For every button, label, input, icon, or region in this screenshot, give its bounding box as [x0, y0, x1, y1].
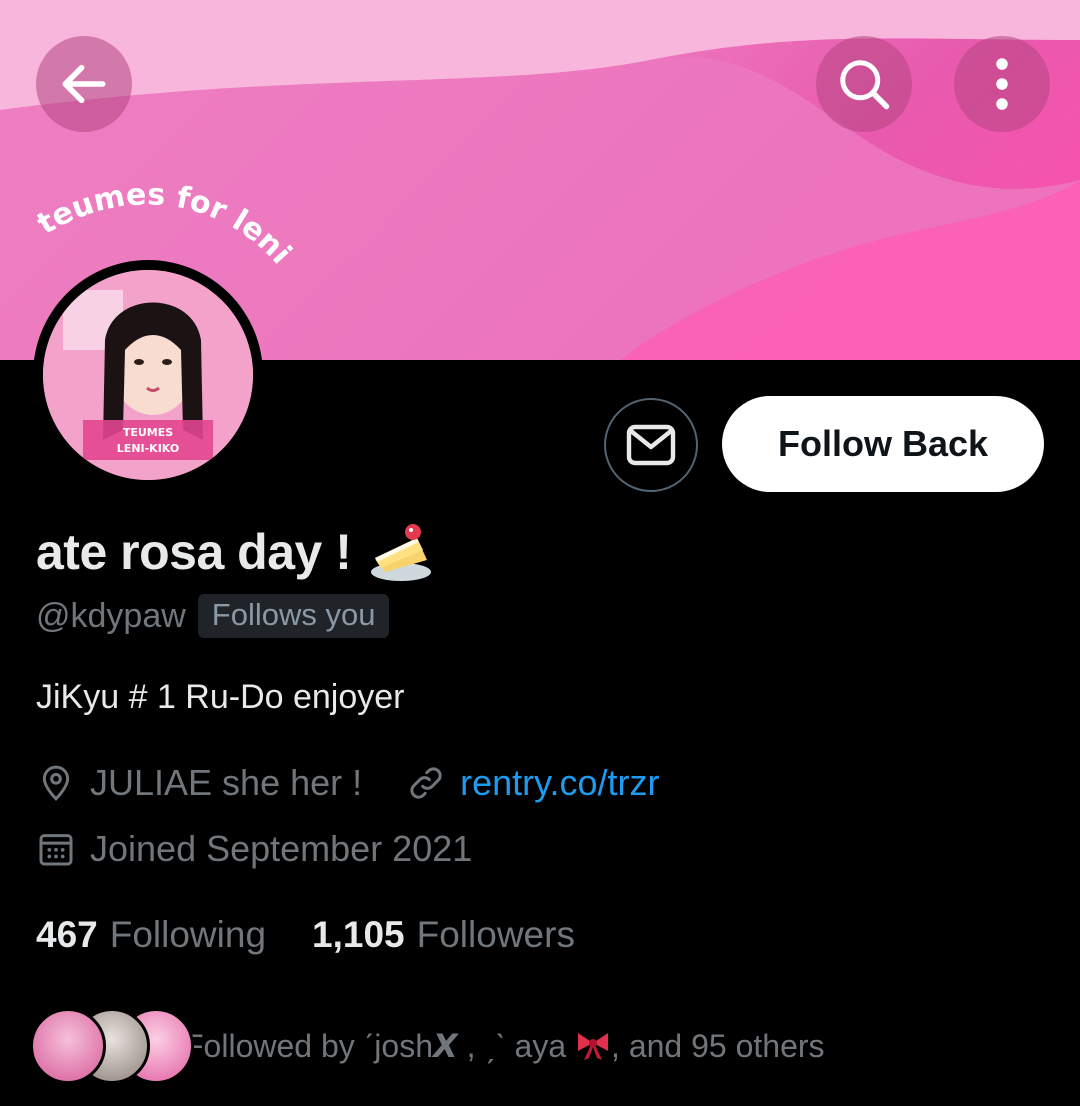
followed-by-middle: , ˏˋ aya [457, 1028, 576, 1064]
ribbon-bow-icon [578, 1033, 609, 1060]
followed-by-text: Followed by ˊjosh𝙓 , ˏˋ aya , and 95 oth… [184, 1027, 825, 1065]
follow-stats: 467 Following 1,105 Followers [36, 914, 575, 956]
avatar-artwork: TEUMES LENI-KIKO [43, 270, 253, 480]
cake-icon [371, 524, 432, 581]
display-name: ate rosa day ! [36, 524, 352, 580]
followed-by-prefix: Followed by ˊjosh [184, 1028, 433, 1064]
follow-back-button[interactable]: Follow Back [722, 396, 1044, 492]
mutual-avatar [30, 1008, 106, 1084]
followed-by-x-mark: 𝙓 [433, 1028, 458, 1064]
following-count: 467 [36, 914, 98, 955]
location-pin-icon [42, 765, 70, 801]
arrow-left-icon [62, 64, 106, 104]
search-button[interactable] [816, 36, 912, 132]
handle-row: @kdypaw Follows you [36, 594, 390, 638]
joined-row: Joined September 2021 [36, 828, 472, 870]
mail-icon [626, 424, 676, 466]
message-button[interactable] [604, 398, 698, 492]
more-options-button[interactable] [954, 36, 1050, 132]
avatar-caption-1: TEUMES [123, 426, 173, 439]
name-row: ate rosa day ! [36, 520, 433, 584]
svg-text:teumes for leni: teumes for leni [31, 180, 298, 271]
joined-text: Joined September 2021 [90, 828, 473, 869]
banner-arc-label: teumes for leni [31, 180, 298, 271]
follows-you-badge: Follows you [197, 594, 390, 638]
profile-link[interactable]: rentry.co/trzr [460, 762, 659, 804]
link-icon [410, 767, 442, 799]
location-text: JULIAE she her ! [90, 762, 363, 803]
avatar-image: TEUMES LENI-KIKO [43, 270, 253, 480]
avatar-caption-2: LENI-KIKO [117, 442, 179, 455]
followers-label: Followers [416, 914, 575, 955]
followed-by-row[interactable]: Followed by ˊjosh𝙓 , ˏˋ aya , and 95 oth… [30, 1008, 825, 1084]
followed-by-suffix: , and 95 others [611, 1028, 825, 1064]
user-handle: @kdypaw [36, 596, 186, 635]
following-label: Following [109, 914, 267, 955]
mutual-avatars [30, 1008, 194, 1084]
avatar[interactable]: TEUMES LENI-KIKO [33, 260, 263, 490]
followers-count: 1,105 [312, 914, 405, 955]
search-icon [840, 60, 890, 110]
following-stat[interactable]: 467 Following [36, 914, 266, 956]
more-vertical-icon [996, 58, 1008, 110]
followers-stat[interactable]: 1,105 Followers [312, 914, 575, 956]
bio-text: JiKyu # 1 Ru-Do enjoyer [36, 678, 405, 716]
calendar-icon [39, 834, 73, 866]
profile-meta-row: JULIAE she her ! rentry.co/trzr [36, 762, 660, 804]
profile-page: teumes for leni TEUMES LENI-KIKO Follow … [0, 0, 1080, 1106]
back-button[interactable] [36, 36, 132, 132]
